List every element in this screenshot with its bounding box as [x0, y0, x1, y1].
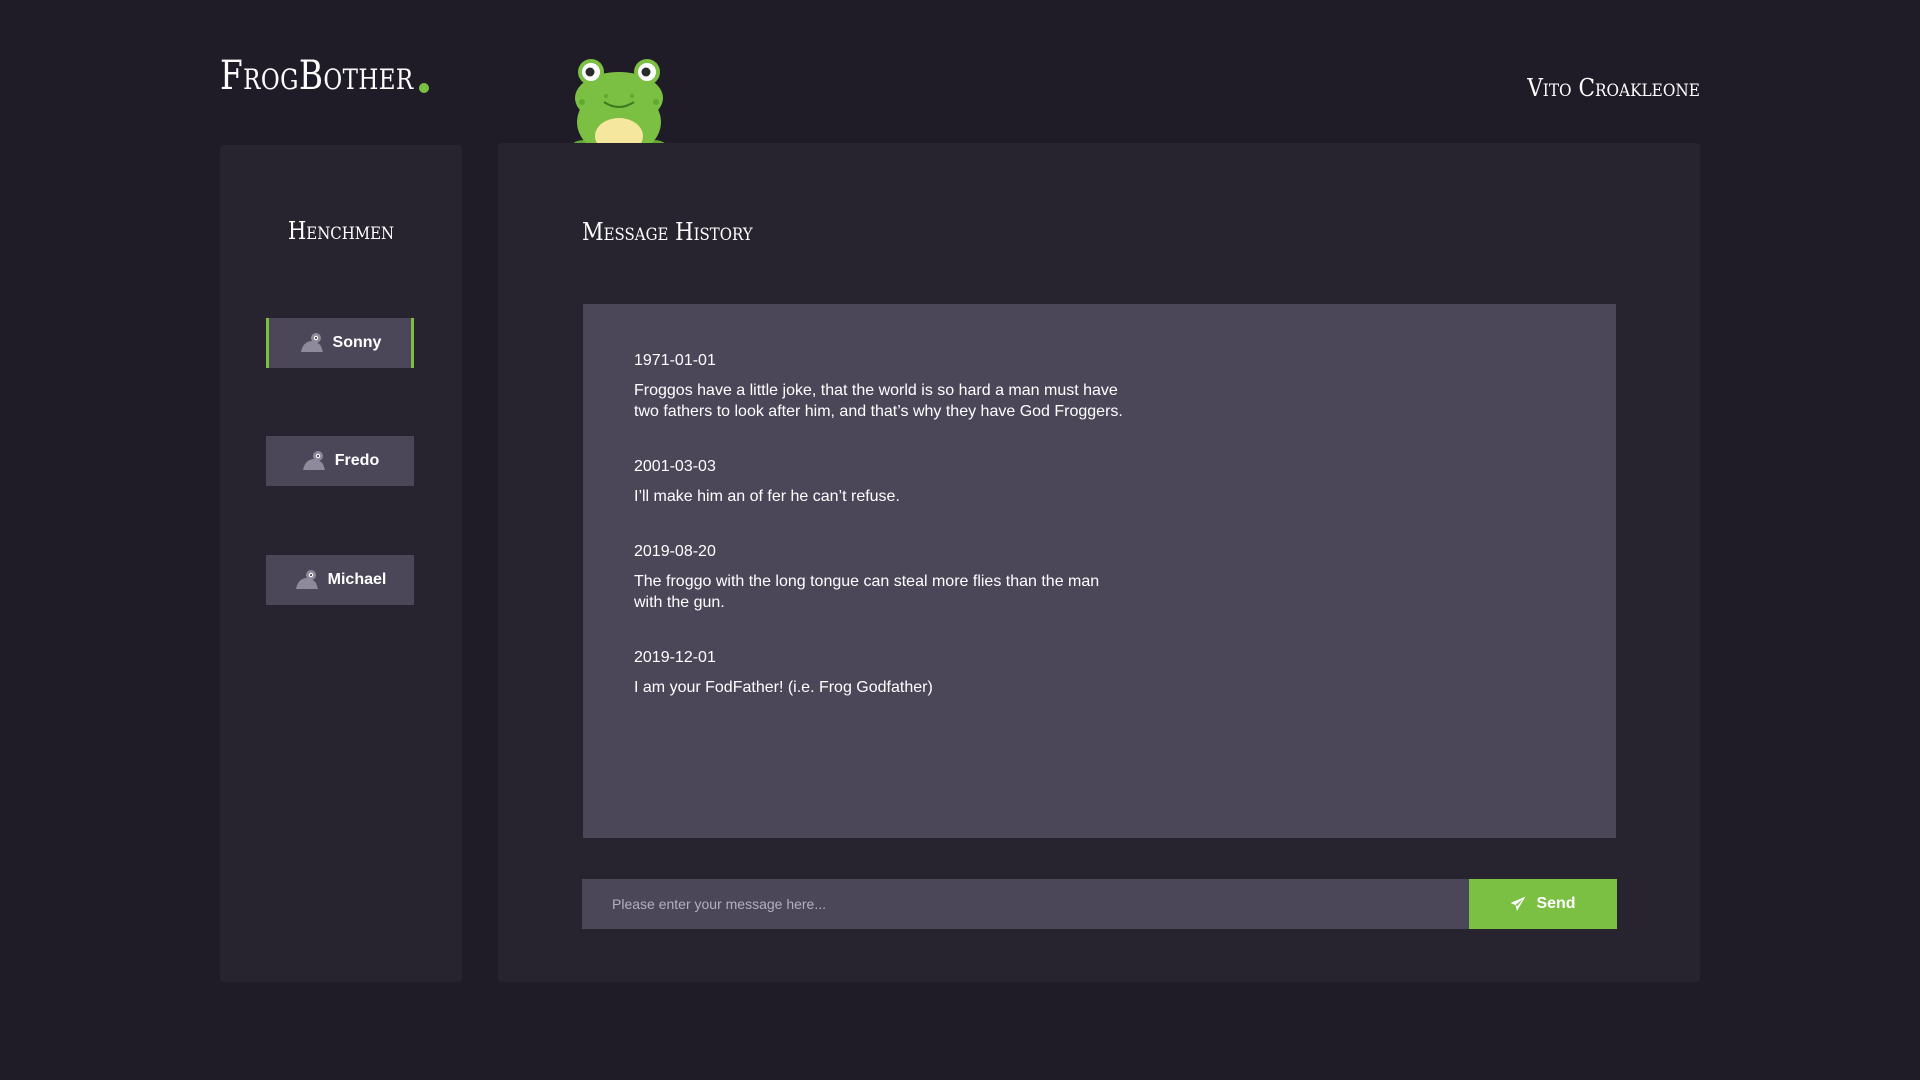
frog-icon [295, 570, 318, 589]
message-date: 2019-12-01 [634, 649, 716, 666]
page-title: Message History [582, 218, 753, 246]
henchman-label: Michael [327, 571, 387, 588]
message-history[interactable]: 1971-01-01 Froggos have a little joke, t… [583, 304, 1616, 838]
message-item: 2001-03-03 I’ll make him an of fer he ca… [634, 457, 1565, 507]
henchman-label: Sonny [332, 334, 382, 351]
henchman-button-sonny[interactable]: Sonny [266, 318, 414, 368]
logo-dot [419, 83, 429, 93]
message-text: Froggos have a little joke, that the wor… [634, 382, 1123, 420]
message-input[interactable] [582, 879, 1469, 929]
message-panel: Message History 1971-01-01 Froggos have … [498, 143, 1700, 982]
app-logo[interactable]: FrogBother [220, 56, 414, 96]
message-item: 2019-12-01 I am your FodFather! (i.e. Fr… [634, 648, 1565, 698]
message-text: I’ll make him an of fer he can’t refuse. [634, 488, 900, 505]
message-date: 2019-08-20 [634, 543, 716, 560]
paper-plane-icon [1510, 896, 1526, 911]
message-item: 2019-08-20 The froggo with the long tong… [634, 542, 1565, 613]
message-date: 2001-03-03 [634, 458, 716, 475]
message-composer: Send [582, 879, 1617, 929]
frog-icon [302, 451, 325, 470]
send-button[interactable]: Send [1469, 879, 1617, 929]
henchmen-sidebar: Henchmen Sonny Fredo Michael [220, 145, 462, 982]
app: FrogBother Vito Croakleone Henchmen Sonn… [0, 0, 1920, 1080]
frog-icon [300, 333, 323, 352]
message-text: The froggo with the long tongue can stea… [634, 573, 1100, 611]
henchman-button-fredo[interactable]: Fredo [266, 436, 414, 486]
message-item: 1971-01-01 Froggos have a little joke, t… [634, 351, 1565, 422]
frog-mascot-icon [572, 59, 666, 156]
henchman-label: Fredo [334, 452, 380, 469]
current-user-name[interactable]: Vito Croakleone [1527, 74, 1700, 102]
henchman-button-michael[interactable]: Michael [266, 555, 414, 605]
send-button-label: Send [1536, 895, 1576, 912]
message-date: 1971-01-01 [634, 352, 716, 369]
message-text: I am your FodFather! (i.e. Frog Godfathe… [634, 679, 933, 696]
sidebar-title: Henchmen [287, 217, 395, 245]
